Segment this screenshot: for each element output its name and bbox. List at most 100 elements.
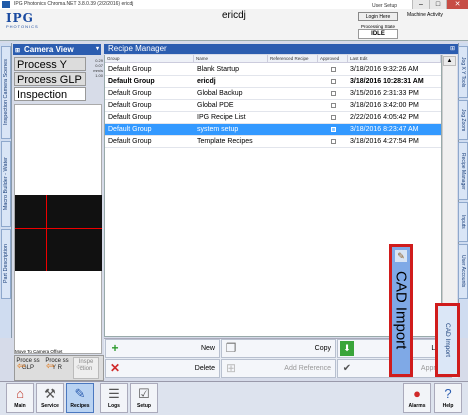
- move-inspection-button[interactable]: ⇦ Inspe ction: [73, 357, 99, 379]
- delete-recipe-button[interactable]: ✕ Delete: [105, 359, 220, 378]
- column-header-referenced-recipe[interactable]: Referenced Recipe: [268, 55, 318, 63]
- help-icon: ?: [444, 386, 452, 401]
- cell-name: Global Backup: [197, 90, 243, 97]
- cell-group: Default Group: [108, 78, 155, 85]
- home-icon: ⌂: [16, 386, 24, 401]
- login-button[interactable]: Login Here: [358, 12, 398, 21]
- pin-icon[interactable]: ⊞: [15, 46, 20, 57]
- cell-name: Global PDE: [197, 102, 234, 109]
- tab-macro-builder[interactable]: Macro Builder - Water: [1, 141, 11, 227]
- cell-group: Default Group: [108, 138, 152, 145]
- crosshair-horizontal: [15, 228, 102, 229]
- camera-image[interactable]: [15, 195, 102, 271]
- approved-checkbox[interactable]: [331, 67, 336, 72]
- camera-view-title: Camera View: [24, 45, 74, 54]
- arrow-left-icon: ⇦: [17, 361, 26, 372]
- copy-recipe-button[interactable]: ❐ Copy: [221, 339, 336, 358]
- window-controls: – □ ✕: [412, 0, 468, 9]
- cell-name: ericdj: [197, 78, 216, 85]
- tab-inspection-camera-scenes[interactable]: Inspection Camera Scenes: [1, 46, 11, 139]
- approved-checkbox[interactable]: [331, 91, 336, 96]
- minimize-button[interactable]: –: [412, 0, 429, 9]
- move-process-glp-button[interactable]: ⇦ Proce ss GLP: [15, 357, 41, 379]
- delete-x-icon: ✕: [109, 361, 121, 375]
- maximize-button[interactable]: □: [429, 0, 446, 9]
- recipe-manager-title: Recipe Manager: [108, 44, 167, 53]
- alarm-icon: ●: [413, 386, 421, 401]
- tab-jog-zoom[interactable]: Jog Zoom: [458, 100, 468, 140]
- cad-import-flyout[interactable]: CAD Import: [389, 244, 413, 377]
- table-row[interactable]: Default Group ericdj 3/18/2016 10:28:31 AM: [105, 76, 441, 88]
- table-row[interactable]: Default Group system setup 3/18/2016 8:23:…: [105, 124, 441, 136]
- tab-cad-import[interactable]: CAD Import: [435, 303, 460, 377]
- cell-group: Default Group: [108, 126, 152, 133]
- table-row[interactable]: Default Group Global PDE 3/18/2016 3:42:00…: [105, 100, 441, 112]
- approved-checkbox[interactable]: [331, 139, 336, 144]
- cell-group: Default Group: [108, 90, 152, 97]
- table-row[interactable]: Default Group Template Recipes 3/18/2016 4…: [105, 136, 441, 148]
- scroll-up-button[interactable]: ▲: [443, 56, 456, 66]
- service-icon: ⚒: [44, 386, 56, 401]
- mode-process-glp-button[interactable]: Process GLP: [14, 72, 86, 86]
- cell-last-edit: 3/18/2016 3:42:00 PM: [350, 102, 419, 109]
- crosshair-vertical: [46, 195, 47, 271]
- approved-checkbox[interactable]: [331, 115, 336, 120]
- brush-icon: ✎: [74, 386, 86, 401]
- arrow-left-icon: ⇦: [46, 361, 55, 372]
- tab-inputs[interactable]: Inputs: [458, 202, 468, 242]
- nav-recipes-button[interactable]: ✎ Recipes: [66, 383, 94, 413]
- plus-icon: +: [111, 341, 119, 355]
- nav-help-button[interactable]: ? Help: [434, 383, 462, 413]
- machine-activity-label: Machine Activity: [407, 12, 443, 18]
- cell-last-edit: 2/22/2016 4:05:42 PM: [350, 114, 419, 121]
- tab-jog-xy-tools[interactable]: Jog X Y Tools: [458, 46, 468, 98]
- table-row[interactable]: Default Group Blank Startup 3/18/2016 9:32…: [105, 64, 441, 76]
- arrow-left-icon: ⇦: [76, 362, 85, 373]
- approved-checkbox-cell: [331, 136, 341, 149]
- nav-setup-button[interactable]: ☑ Setup: [130, 383, 158, 413]
- column-header-last-edit[interactable]: Last Edit: [348, 55, 441, 63]
- cell-name: system setup: [197, 126, 239, 133]
- add-reference-button[interactable]: ⊞ Add Reference: [221, 359, 336, 378]
- tab-part-description[interactable]: Part Description: [1, 229, 11, 299]
- nav-alarms-button[interactable]: ● Alarms: [403, 383, 431, 413]
- close-button[interactable]: ✕: [446, 0, 468, 9]
- approved-checkbox[interactable]: [331, 103, 336, 108]
- column-header-name[interactable]: Name: [194, 55, 268, 63]
- tab-user-accounts[interactable]: User Accounts: [458, 244, 468, 299]
- table-row[interactable]: Default Group IPG Recipe List 2/22/2016 4:…: [105, 112, 441, 124]
- column-header-group[interactable]: Group: [105, 55, 194, 63]
- table-row[interactable]: Default Group Global Backup 3/15/2016 2:31…: [105, 88, 441, 100]
- cell-last-edit: 3/15/2016 2:31:33 PM: [350, 90, 419, 97]
- cell-name: Template Recipes: [197, 138, 253, 145]
- recipe-manager-header: Recipe Manager ⊞: [104, 44, 458, 54]
- download-icon: ⬇: [340, 341, 354, 356]
- cell-last-edit: 3/18/2016 4:27:54 PM: [350, 138, 419, 145]
- nav-logs-button[interactable]: ☰ Logs: [100, 383, 128, 413]
- app-icon: [2, 1, 10, 8]
- mode-process-y-button[interactable]: Process Y: [14, 57, 86, 71]
- camera-readouts: 0.29 0.07 mm/s 1.00: [93, 58, 103, 78]
- new-recipe-button[interactable]: + New: [105, 339, 220, 358]
- column-header-approved[interactable]: Approved: [318, 55, 348, 63]
- tab-recipe-manager[interactable]: Recipe Manager: [458, 142, 468, 200]
- nav-main-button[interactable]: ⌂ Main: [6, 383, 34, 413]
- approved-checkbox[interactable]: [331, 79, 336, 84]
- move-process-yr-button[interactable]: ⇦ Proce ss Y R: [44, 357, 70, 379]
- pin-icon[interactable]: ⊞: [450, 44, 455, 54]
- approved-checkbox[interactable]: [331, 127, 336, 132]
- user-setup-label: User Setup: [372, 3, 398, 9]
- mode-inspection-button[interactable]: Inspection: [14, 87, 86, 101]
- cad-import-icon: ✎: [395, 250, 407, 262]
- vertical-scrollbar[interactable]: [442, 55, 457, 337]
- cell-group: Default Group: [108, 114, 152, 121]
- cell-last-edit: 3/18/2016 8:23:47 AM: [350, 126, 419, 133]
- dropdown-arrow-icon[interactable]: ▾: [96, 44, 99, 55]
- move-to-camera-offset-label: Move To Camera Offset: [15, 349, 63, 354]
- cell-group: Default Group: [108, 66, 152, 73]
- nav-service-button[interactable]: ⚒ Service: [36, 383, 64, 413]
- cell-last-edit: 3/18/2016 10:28:31 AM: [350, 78, 424, 85]
- window-titlebar: IPG Photonics Chroma.NET 3.8.0.39 (2/2/2…: [0, 0, 468, 9]
- checkmark-circle-icon: ✔: [342, 363, 352, 374]
- add-reference-icon: ⊞: [225, 361, 237, 375]
